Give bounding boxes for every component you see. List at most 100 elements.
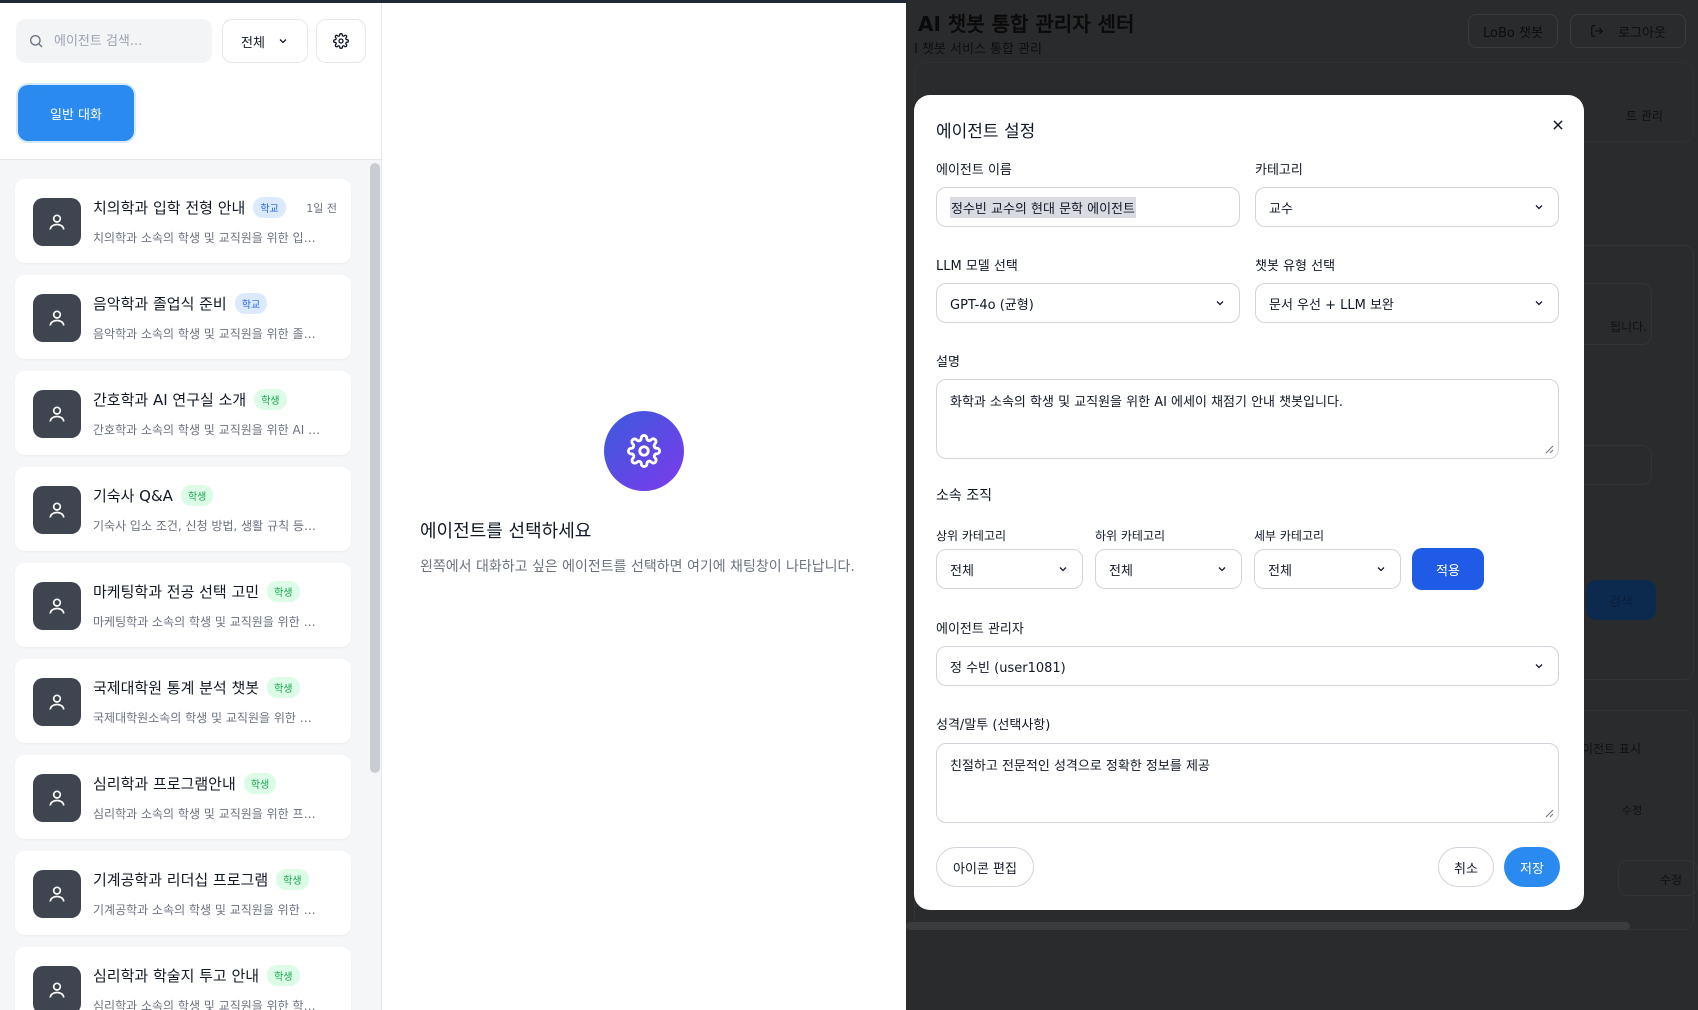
personality-textarea[interactable]: 친절하고 전문적인 성격으로 정확한 정보를 제공	[936, 743, 1559, 823]
user-icon	[49, 790, 65, 806]
resize-handle-icon[interactable]	[1544, 444, 1554, 454]
agent-card[interactable]: 마케팅학과 전공 선택 고민 학생 마케팅학과 소속의 학생 및 교직원을 위한 …	[15, 563, 351, 647]
chatbot-type-select[interactable]: 문서 우선 + LLM 보완	[1255, 283, 1559, 323]
agent-name: 심리학과 학술지 투고 안내	[93, 967, 260, 985]
save-button[interactable]: 저장	[1504, 847, 1560, 887]
agent-title-row: 치의학과 입학 전형 안내 학교 1일 전	[93, 197, 337, 218]
close-button[interactable]	[1548, 115, 1568, 135]
description-label: 설명	[936, 355, 960, 370]
agent-name-input[interactable]: 정수빈 교수의 현대 문학 에이전트	[936, 187, 1240, 227]
chevron-down-icon	[279, 39, 287, 44]
manager-select[interactable]: 정 수빈 (user1081)	[936, 646, 1559, 686]
agent-time: 1일 전	[306, 201, 337, 215]
agent-card[interactable]: 기계공학과 리더십 프로그램 학생기계공학과 소속의 학생 및 교직원을 위한 …	[15, 851, 351, 935]
agent-card[interactable]: 치의학과 입학 전형 안내 학교 1일 전 치의학과 소속의 학생 및 교직원을 위한…	[15, 179, 351, 263]
user-icon	[49, 214, 65, 230]
settings-button[interactable]	[316, 19, 366, 63]
agent-avatar	[33, 870, 81, 918]
general-chat-button[interactable]: 일반 대화	[18, 85, 134, 141]
agent-name-value: 정수빈 교수의 현대 문학 에이전트	[950, 196, 1136, 218]
lobo-chatbot-button[interactable]: LoBo 챗봇	[1468, 14, 1558, 48]
admin-subtitle: I 챗봇 서비스 통합 관리	[914, 42, 1043, 57]
bg-edit-button[interactable]	[1618, 860, 1698, 896]
user-icon	[49, 598, 65, 614]
llm-model-label: LLM 모델 선택	[936, 259, 1018, 274]
agent-name: 심리학과 프로그램안내	[93, 775, 236, 793]
agent-tag-badge: 학생	[254, 389, 287, 410]
agent-avatar	[33, 582, 81, 630]
description-value: 화학과 소속의 학생 및 교직원을 위한 AI 에세이 채점기 안내 챗봇입니다…	[950, 395, 1344, 410]
description-textarea[interactable]: 화학과 소속의 학생 및 교직원을 위한 AI 에세이 채점기 안내 챗봇입니다…	[936, 379, 1559, 459]
agent-name: 치의학과 입학 전형 안내	[93, 199, 246, 217]
agent-tag-badge: 학교	[253, 197, 286, 218]
agent-title-row: 간호학과 AI 연구실 소개 학생	[93, 389, 337, 410]
admin-title: AI 챗봇 통합 관리자 센터	[918, 12, 1135, 36]
agent-avatar	[33, 390, 81, 438]
agent-avatar	[33, 966, 81, 1010]
bg-text-notice: 됩니다.	[1610, 320, 1647, 334]
agent-tag-badge: 학생	[243, 773, 277, 794]
logout-button[interactable]: 로그아웃	[1570, 14, 1686, 48]
agent-tag-badge: 학생	[267, 965, 300, 986]
agent-card[interactable]: 기숙사 Q&A 학생 기숙사 입소 조건, 신청 방법, 생활 규칙 등…	[15, 467, 351, 551]
cancel-button[interactable]: 취소	[1438, 847, 1494, 887]
chevron-down-icon	[1535, 301, 1543, 306]
lower-category-select[interactable]: 전체	[1095, 549, 1242, 589]
agent-name: 기숙사 Q&A	[93, 487, 173, 505]
icon-edit-button[interactable]: 아이콘 편집	[936, 847, 1034, 887]
agent-card[interactable]: 국제대학원 통계 분석 챗봇 학생 국제대학원소속의 학생 및 교직원을 위한 …	[15, 659, 351, 743]
agent-title-row: 국제대학원 통계 분석 챗봇 학생	[93, 677, 337, 698]
search-icon	[30, 35, 43, 48]
category-select[interactable]: 교수	[1255, 187, 1559, 227]
bg-text-agent-display: 이전트 표시	[1582, 742, 1642, 756]
chatbot-type-value: 문서 우선 + LLM 보완	[1269, 297, 1394, 313]
filter-select[interactable]: 전체	[222, 19, 308, 63]
user-icon	[49, 406, 65, 422]
llm-model-select[interactable]: GPT-4o (균형)	[936, 283, 1240, 323]
chat-app-window: 전체 일반 대화 치의학과 입학 전형 안내학교1일 전치의학과 소속의 학생 …	[0, 0, 906, 1010]
apply-button[interactable]: 적용	[1412, 548, 1484, 590]
detail-category-select[interactable]: 전체	[1254, 549, 1401, 589]
resize-handle-icon[interactable]	[1544, 808, 1554, 818]
gear-icon	[333, 33, 349, 49]
agent-name: 기계공학과 리더십 프로그램	[93, 871, 269, 889]
agent-sidebar: 전체 일반 대화 치의학과 입학 전형 안내학교1일 전치의학과 소속의 학생 …	[0, 3, 382, 1010]
agent-tag-badge: 학생	[180, 485, 214, 506]
agent-tag-badge: 학교	[234, 293, 268, 314]
upper-category-select[interactable]: 전체	[936, 549, 1083, 589]
chatbot-type-label: 챗봇 유형 선택	[1255, 259, 1336, 274]
agent-avatar	[33, 486, 81, 534]
chevron-down-icon	[1059, 567, 1067, 572]
close-icon	[1553, 120, 1563, 130]
chevron-down-icon	[1216, 301, 1224, 306]
bg-search-button[interactable]: 검색	[1586, 580, 1656, 620]
chevron-down-icon	[1535, 205, 1543, 210]
logout-label: 로그아웃	[1618, 25, 1666, 41]
search-input[interactable]	[54, 33, 204, 49]
agent-description: 심리학과 소속의 학생 및 교직원을 위한 학…	[93, 999, 316, 1010]
agent-list-scrollbar[interactable]	[370, 163, 380, 773]
detail-category-label: 세부 카테고리	[1254, 529, 1325, 543]
user-icon	[49, 886, 65, 902]
agent-title-row: 기계공학과 리더십 프로그램 학생	[93, 869, 337, 890]
agent-description: 기계공학과 소속의 학생 및 교직원을 위한 …	[93, 903, 316, 917]
bg-horizontal-scrollbar[interactable]	[906, 922, 1630, 930]
llm-model-value: GPT-4o (균형)	[950, 297, 1034, 313]
bg-text-manage: 트 관리	[1626, 109, 1663, 123]
agent-title-row: 심리학과 프로그램안내 학생	[93, 773, 337, 794]
agent-description: 음악학과 소속의 학생 및 교직원을 위한 졸…	[93, 327, 316, 341]
search-box[interactable]	[16, 19, 212, 63]
empty-state-description: 왼쪽에서 대화하고 싶은 에이전트를 선택하면 여기에 채팅창이 나타납니다.	[420, 559, 855, 575]
bg-text-edit-col: 수정	[1622, 804, 1643, 817]
agent-card[interactable]: 심리학과 학술지 투고 안내 학생심리학과 소속의 학생 및 교직원을 위한 학…	[15, 947, 351, 1010]
agent-title-row: 마케팅학과 전공 선택 고민 학생	[93, 581, 337, 602]
modal-title: 에이전트 설정	[936, 122, 1036, 142]
agent-card[interactable]: 음악학과 졸업식 준비 학교 음악학과 소속의 학생 및 교직원을 위한 졸…	[15, 275, 351, 359]
agent-card[interactable]: 심리학과 프로그램안내 학생 심리학과 소속의 학생 및 교직원을 위한 프…	[15, 755, 351, 839]
personality-value: 친절하고 전문적인 성격으로 정확한 정보를 제공	[950, 759, 1210, 774]
agent-name: 마케팅학과 전공 선택 고민	[93, 583, 260, 601]
agent-name: 국제대학원 통계 분석 챗봇	[93, 679, 260, 697]
agent-card[interactable]: 간호학과 AI 연구실 소개 학생 간호학과 소속의 학생 및 교직원을 위한 AI…	[15, 371, 351, 455]
personality-label: 성격/말투 (선택사항)	[936, 718, 1051, 733]
agent-list: 치의학과 입학 전형 안내 학교 1일 전 치의학과 소속의 학생 및 교직원을 위한…	[0, 161, 366, 1010]
